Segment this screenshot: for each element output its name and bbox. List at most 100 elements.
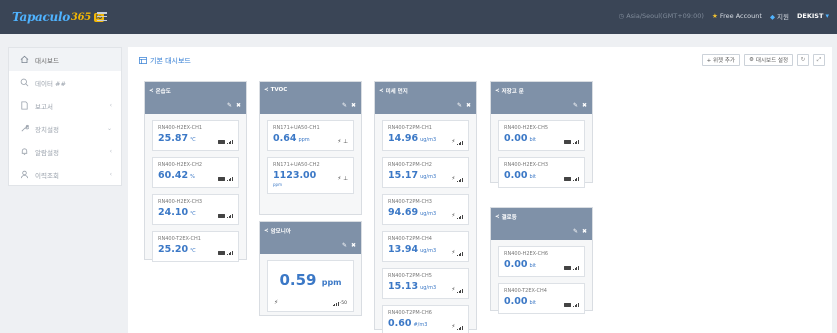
- support-link[interactable]: ◆ 지원: [770, 11, 789, 21]
- sensor-card[interactable]: RN400-T2PM-CH6 0.60 #/m3 ⚡: [382, 305, 469, 333]
- fullscreen-button[interactable]: ⤢: [813, 54, 825, 66]
- document-icon: [19, 101, 29, 111]
- sensor-card[interactable]: RN400-H2EX-CH6 0.00 bit: [498, 246, 585, 277]
- sidebar-item-label: 이력조회: [35, 171, 59, 180]
- share-icon[interactable]: ≺: [495, 214, 500, 220]
- sensor-card[interactable]: RN400-T2EX-CH1 25.20 ℃: [152, 231, 239, 262]
- widget-fine-dust: ≺ 미세 먼지 ✎ ✖ RN400-T2PM-CH1 14.96 ug/m3 ⚡ …: [374, 81, 477, 333]
- sensor-card[interactable]: RN400-T2PM-CH5 15.13 ug/m3 ⚡: [382, 268, 469, 299]
- bell-icon: [19, 147, 29, 157]
- sidebar-item-device-settings[interactable]: 장치설정 ⌄: [9, 117, 121, 140]
- close-icon[interactable]: ✖: [582, 102, 587, 109]
- app-logo[interactable]: Tapaculo 365 lo: [12, 9, 105, 25]
- timezone-indicator[interactable]: ◷ Asia/Seoul(GMT+09:00): [618, 12, 703, 20]
- chevron-left-icon: ‹: [109, 171, 112, 178]
- sensor-unit: ℃: [190, 211, 196, 217]
- signal-icon: [332, 301, 339, 306]
- user-menu[interactable]: DEKIST ▾: [797, 12, 829, 20]
- widget-title: ≺ 암모니아: [264, 227, 291, 235]
- sensor-name: RN400-T2PM-CH5: [388, 273, 432, 279]
- widget-title-text: 결로등: [501, 215, 517, 221]
- sidebar-item-history[interactable]: 이력조회 ‹: [9, 163, 121, 186]
- sensor-card[interactable]: RN400-H2EX-CH2 60.42%: [152, 157, 239, 188]
- sensor-value: 0.00 bit: [504, 170, 536, 181]
- chevron-left-icon: ‹: [109, 102, 112, 109]
- sensor-card[interactable]: RN400-H2EX-CH3 0.00 bit: [498, 157, 585, 188]
- sensor-card[interactable]: RN400-T2PM-CH2 15.17 ug/m3 ⚡: [382, 157, 469, 188]
- sensor-card[interactable]: RN400-T2PM-CH1 14.96 ug/m3 ⚡: [382, 120, 469, 151]
- signal-icon: [457, 214, 463, 219]
- sensor-value: 94.69 ug/m3: [388, 207, 437, 218]
- pencil-icon[interactable]: ✎: [342, 242, 347, 249]
- sensor-card[interactable]: RN400-H2EX-CH5 0.00 bit: [498, 120, 585, 151]
- signal-icon: [227, 176, 233, 181]
- widget-storage-door: ≺ 저장고 문 ✎ ✖ RN400-H2EX-CH5 0.00 bit RN400…: [490, 81, 593, 188]
- pencil-icon[interactable]: ✎: [457, 102, 462, 109]
- sidebar-item-data[interactable]: 데이터 ##: [9, 71, 121, 94]
- sensor-unit: ppm: [273, 182, 282, 187]
- share-icon[interactable]: ≺: [264, 228, 269, 234]
- plug-icon: ⚡: [451, 176, 456, 182]
- sensor-card[interactable]: RN400-T2PM-CH4 13.94 ug/m3 ⚡: [382, 231, 469, 262]
- battery-icon: [218, 140, 226, 144]
- widget-header: ≺ 저장고 문 ✎ ✖: [491, 82, 592, 114]
- sensor-unit: bit: [529, 174, 536, 180]
- signal-icon: [227, 213, 233, 218]
- sensor-card[interactable]: RN171+UA50-CH2 1123.00 ppm ⚡ ⊥: [267, 157, 354, 194]
- search-icon: [19, 78, 29, 88]
- close-icon[interactable]: ✖: [351, 242, 356, 249]
- share-icon[interactable]: ≺: [264, 87, 269, 93]
- widget-tools: ✎ ✖: [573, 228, 587, 235]
- pencil-icon[interactable]: ✎: [573, 228, 578, 235]
- widget-header: ≺ TVOC ✎ ✖: [260, 82, 361, 114]
- sensor-card-large[interactable]: 0.59 ppm ⚡ -50: [267, 260, 354, 312]
- sensor-name: RN400-T2PM-CH6: [388, 310, 432, 316]
- sidebar-item-dashboard[interactable]: 대시보드: [9, 48, 121, 71]
- sidebar-item-report[interactable]: 보고서 ‹: [9, 94, 121, 117]
- battery-icon: [218, 251, 226, 255]
- signal-icon: [227, 250, 233, 255]
- plug-icon: ⚡: [451, 213, 456, 219]
- menu-toggle-icon[interactable]: [97, 12, 107, 21]
- share-icon[interactable]: ≺: [149, 88, 154, 94]
- widget-header: ≺ 결로등 ✎ ✖: [491, 208, 592, 240]
- add-widget-button[interactable]: + 위젯 추가: [701, 54, 740, 66]
- battery-icon: [564, 140, 572, 144]
- pencil-icon[interactable]: ✎: [342, 102, 347, 109]
- sensor-value: 15.13 ug/m3: [388, 281, 437, 292]
- free-account-link[interactable]: ★ Free Account: [712, 12, 762, 20]
- close-icon[interactable]: ✖: [236, 102, 241, 109]
- sensor-card[interactable]: RN400-H2EX-CH1 25.87 ℃: [152, 120, 239, 151]
- pencil-icon[interactable]: ✎: [227, 102, 232, 109]
- share-icon[interactable]: ≺: [379, 88, 384, 94]
- refresh-button[interactable]: ↻: [797, 54, 809, 66]
- pencil-icon[interactable]: ✎: [573, 102, 578, 109]
- widget-title-text: 미세 먼지: [385, 89, 408, 95]
- close-icon[interactable]: ✖: [351, 102, 356, 109]
- sensor-name: RN400-H2EX-CH2: [158, 162, 203, 168]
- dashboard-settings-button[interactable]: ⚙ 대시보드 설정: [743, 54, 793, 66]
- signal-icon: [573, 139, 579, 144]
- signal-icon: [573, 302, 579, 307]
- user-icon: [19, 170, 29, 180]
- sensor-name: RN400-H2EX-CH5: [504, 125, 549, 131]
- sidebar-item-alarm-settings[interactable]: 알람설정 ‹: [9, 140, 121, 163]
- widget-title: ≺ TVOC: [264, 87, 287, 93]
- widget-title-text: 저장고 문: [501, 89, 524, 95]
- share-icon[interactable]: ≺: [495, 88, 500, 94]
- sensor-card[interactable]: RN400-T2EX-CH4 0.00 bit: [498, 283, 585, 314]
- signal-icon: [573, 176, 579, 181]
- sensor-value: 0.59 ppm: [279, 271, 342, 289]
- signal-strength: -50: [339, 301, 347, 306]
- close-icon[interactable]: ✖: [466, 102, 471, 109]
- sensor-unit: bit: [529, 263, 536, 269]
- signal-icon: [457, 325, 463, 330]
- timezone-text: Asia/Seoul(GMT+09:00): [626, 12, 704, 20]
- widget-title: ≺ 저장고 문: [495, 87, 524, 95]
- sensor-card[interactable]: RN400-T2PM-CH3 94.69 ug/m3 ⚡: [382, 194, 469, 225]
- close-icon[interactable]: ✖: [582, 228, 587, 235]
- widget-title: ≺ 미세 먼지: [379, 87, 408, 95]
- widget-title-text: TVOC: [270, 87, 288, 93]
- sensor-card[interactable]: RN171+UA50-CH1 0.64 ppm ⚡ ⊥: [267, 120, 354, 151]
- sensor-card[interactable]: RN400-H2EX-CH3 24.10 ℃: [152, 194, 239, 225]
